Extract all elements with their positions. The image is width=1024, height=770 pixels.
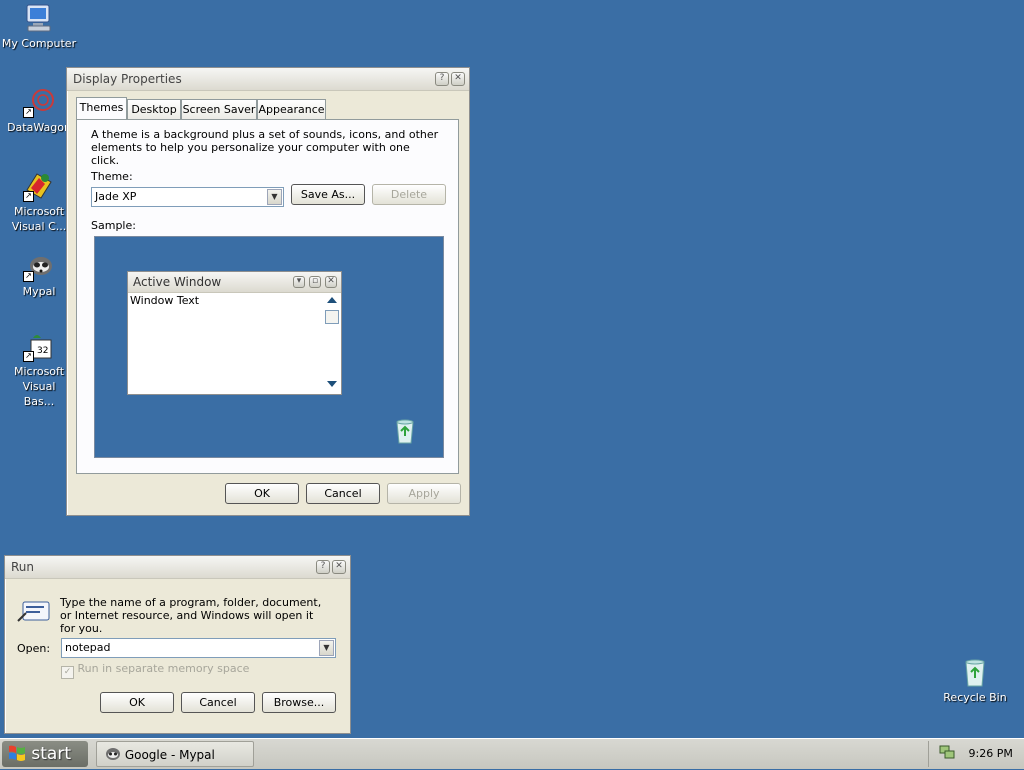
open-label: Open:: [17, 642, 51, 655]
theme-select-value: Jade XP: [95, 190, 137, 203]
tab-label: Appearance: [258, 103, 325, 116]
help-button[interactable]: ?: [435, 72, 449, 86]
save-as-button[interactable]: Save As...: [291, 184, 365, 205]
shortcut-arrow-icon: ↗: [23, 191, 34, 202]
theme-select[interactable]: Jade XP ▼: [91, 187, 284, 207]
ok-button[interactable]: OK: [225, 483, 299, 504]
system-tray: 9:26 PM: [928, 741, 1022, 767]
mypal-raccoon-icon: [105, 744, 121, 760]
run-icon: [17, 599, 51, 625]
window-title: Display Properties: [73, 72, 182, 86]
button-label: Delete: [390, 188, 428, 201]
tab-strip: Themes Desktop Screen Saver Appearance: [76, 97, 466, 121]
sample-scroll-down-icon: [327, 381, 337, 387]
svg-text:32: 32: [37, 346, 48, 356]
mypal-raccoon-icon: ↗: [23, 250, 55, 282]
button-label: OK: [254, 487, 270, 500]
tab-desktop[interactable]: Desktop: [127, 99, 181, 119]
computer-icon: [23, 2, 55, 34]
button-label: Save As...: [300, 188, 356, 201]
run-description: Type the name of a program, folder, docu…: [60, 596, 322, 635]
desktop-icon-label: Recycle Bin: [943, 691, 1007, 704]
tab-screen-saver[interactable]: Screen Saver: [181, 99, 257, 119]
visual-basic-icon: 32 ↗: [23, 330, 55, 362]
chevron-down-icon[interactable]: ▼: [319, 640, 334, 656]
browse-button[interactable]: Browse...: [262, 692, 336, 713]
run-titlebar[interactable]: Run ? ✕: [5, 556, 350, 579]
sample-window-title: Active Window: [133, 275, 222, 289]
open-input-value: notepad: [65, 641, 111, 654]
shortcut-arrow-icon: ↗: [23, 351, 34, 362]
tab-label: Desktop: [131, 103, 177, 116]
desktop-icon-label: Microsoft Visual C...: [11, 205, 67, 233]
taskbar-task-mypal[interactable]: Google - Mypal: [96, 741, 254, 767]
apply-button[interactable]: Apply: [387, 483, 461, 504]
cancel-button[interactable]: Cancel: [306, 483, 380, 504]
button-label: Cancel: [324, 487, 362, 500]
chevron-down-icon[interactable]: ▼: [267, 189, 282, 205]
sample-scroll-up-icon: [327, 297, 337, 303]
task-label: Google - Mypal: [124, 748, 215, 762]
button-label: OK: [129, 696, 145, 709]
sample-recycle-bin-icon: [392, 417, 418, 445]
shortcut-arrow-icon: ↗: [23, 107, 34, 118]
clock[interactable]: 9:26 PM: [969, 747, 1013, 760]
themes-tab-panel: A theme is a background plus a set of so…: [76, 119, 459, 474]
start-button[interactable]: start: [2, 741, 88, 767]
desktop-icon-label: My Computer: [1, 37, 77, 50]
close-button[interactable]: ✕: [332, 560, 346, 574]
recycle-bin-icon: [959, 656, 991, 688]
button-label: Browse...: [273, 696, 325, 709]
sample-close-icon: ✕: [325, 276, 337, 288]
sample-minimize-icon: ▾: [293, 276, 305, 288]
window-title: Run: [11, 560, 35, 574]
visual-c-icon: ↗: [23, 170, 55, 202]
run-dialog: Run ? ✕ Type the name of a program, fold…: [4, 555, 351, 734]
separate-memory-checkbox[interactable]: ✓ Run in separate memory space: [61, 662, 249, 679]
theme-sample-preview: Active Window ▾ ▫ ✕ Window Text: [94, 236, 444, 458]
datawagon-icon: ↗: [23, 86, 55, 118]
run-cancel-button[interactable]: Cancel: [181, 692, 255, 713]
network-tray-icon[interactable]: [939, 743, 955, 759]
start-label: start: [31, 744, 72, 764]
themes-description: A theme is a background plus a set of so…: [91, 128, 439, 167]
taskbar: start Google - Mypal 9:26 PM: [0, 738, 1024, 769]
help-button[interactable]: ?: [316, 560, 330, 574]
desktop-icon-recycle-bin[interactable]: Recycle Bin: [936, 656, 1014, 705]
button-label: Apply: [408, 487, 440, 500]
run-ok-button[interactable]: OK: [100, 692, 174, 713]
display-properties-titlebar[interactable]: Display Properties ? ✕: [67, 68, 469, 91]
sample-label: Sample:: [91, 219, 136, 232]
delete-button[interactable]: Delete: [372, 184, 446, 205]
sample-active-window: Active Window ▾ ▫ ✕ Window Text: [127, 271, 342, 395]
tab-label: Themes: [79, 101, 124, 114]
shortcut-arrow-icon: ↗: [23, 271, 34, 282]
tab-label: Screen Saver: [182, 103, 256, 116]
checkbox-label: Run in separate memory space: [77, 662, 250, 675]
button-label: Cancel: [199, 696, 237, 709]
desktop-icon-label: Microsoft Visual Bas...: [13, 365, 65, 408]
tab-themes[interactable]: Themes: [76, 97, 127, 119]
windows-logo-icon: [8, 744, 26, 762]
theme-label: Theme:: [91, 170, 133, 183]
sample-window-text: Window Text: [130, 294, 200, 307]
display-properties-window: Display Properties ? ✕ Themes Desktop Sc…: [66, 67, 470, 516]
sample-scroll-thumb: [325, 310, 339, 324]
checkbox-box[interactable]: ✓: [61, 666, 74, 679]
tab-appearance[interactable]: Appearance: [257, 99, 326, 119]
close-button[interactable]: ✕: [451, 72, 465, 86]
sample-maximize-icon: ▫: [309, 276, 321, 288]
sample-titlebar: Active Window ▾ ▫ ✕: [128, 272, 341, 293]
desktop-icon-my-computer[interactable]: My Computer: [0, 2, 78, 51]
open-input[interactable]: notepad ▼: [61, 638, 336, 658]
